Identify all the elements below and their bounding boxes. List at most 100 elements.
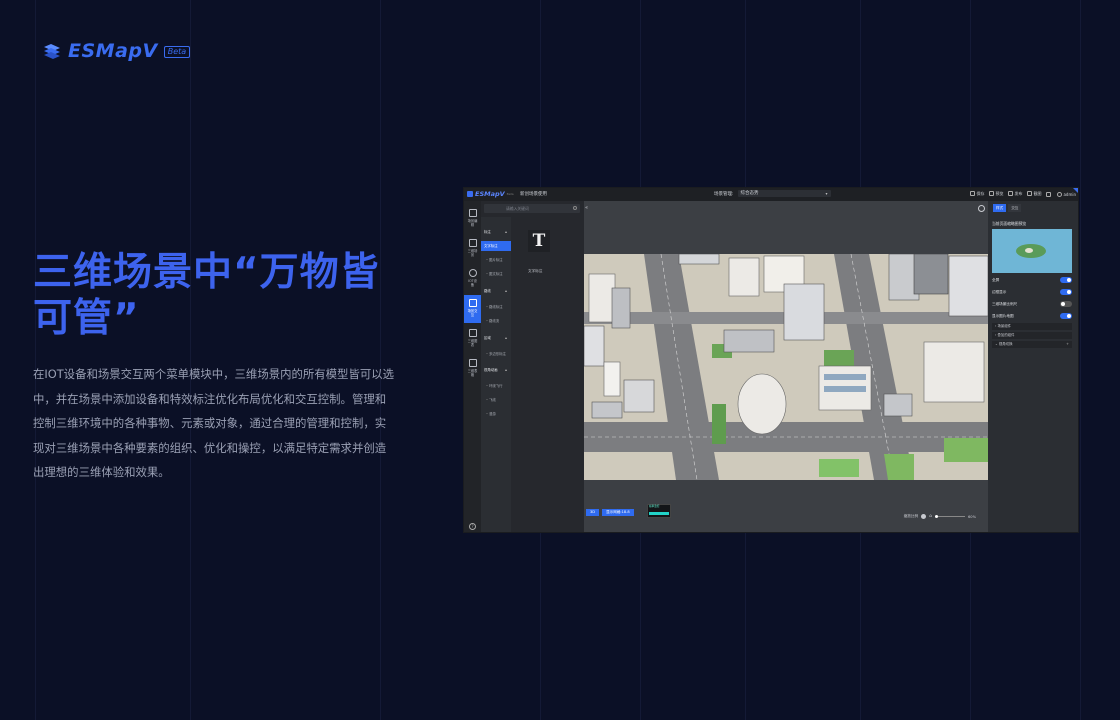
fps-monitor: 帧率监控 [647,504,671,518]
component-search-input[interactable]: 请输入关键词 [484,204,580,213]
project-title: 新创场景使用 [520,192,547,197]
sidebar-item-scene-edit[interactable]: 场景编辑 [464,205,481,233]
app-logo-badge: Beta [506,192,514,196]
tree-item-fly-line[interactable]: 飞线 [481,395,511,405]
screenshot-button[interactable]: 截图 [1027,191,1041,197]
search-icon [573,206,577,210]
layer-toggle-icon[interactable] [978,205,985,212]
scale-toggle[interactable] [1060,301,1072,307]
tree-item-orbit-flight[interactable]: 环绕飞行 [481,381,511,391]
page-thumbnail [992,229,1072,273]
screenshot-icon [1027,191,1033,196]
save-button[interactable]: 保存 [970,191,984,197]
description: 在IOT设备和场景交互两个菜单模块中，三维场景内的所有模型皆可以选中，并在场景中… [33,367,395,479]
sidebar-label: 三维图表 [467,339,478,347]
grid-toggle-button[interactable]: 显示网格:18.8 [602,509,634,516]
home-icon[interactable]: ⌂ [929,514,932,519]
preview-button[interactable]: 预览 [989,191,1003,197]
tree-item-roaming[interactable]: 漫游 [481,409,511,419]
app-logo-mark-icon [467,191,473,197]
zoom-reset-icon[interactable] [921,514,927,519]
switch-label: 边框显示 [992,290,1007,294]
scene-selector: 场景管理: 综合态势 [714,190,831,198]
help-icon[interactable]: ? [469,523,476,530]
zoom-control: 缩放比例 ⌂ 60% [904,514,976,519]
building-icon [468,239,477,247]
fold-scene-components[interactable]: › 场景组件 [992,323,1072,330]
zoom-label: 缩放比例 [903,514,919,518]
3d-toggle-button[interactable]: 3D [586,509,600,516]
fullscreen-toggle[interactable] [1060,277,1072,283]
component-tree: 标注 文字标注 图片标注 图文标注 路线 路线标注 路线流 区域 多边形标注 视… [481,217,511,532]
text-annotation-tile[interactable]: T [528,230,550,252]
tab-interaction[interactable]: 交互 [1008,204,1022,212]
app-logo-name: ESMapV [475,190,505,198]
table-icon [468,359,477,367]
sidebar-item-3d-scene[interactable]: 三维场景 [464,235,481,263]
logo-mark-icon [44,44,60,59]
add-view-icon[interactable]: + [1066,341,1069,348]
fold-view-switch[interactable]: ⌄ 视角切换 + [992,341,1072,348]
preview-label: 预览 [995,191,1004,196]
app-logo: ESMapV Beta [467,190,514,198]
tree-item-image-annotation[interactable]: 图片标注 [481,255,511,265]
user-menu[interactable]: admin [1057,191,1076,197]
tree-item-text-annotation[interactable]: 文字标注 [481,241,511,251]
publish-button[interactable]: 发布 [1008,191,1022,197]
viewport-toolbar: 3D 显示网格:18.8 [586,509,634,516]
zoom-value: 60% [968,514,976,519]
screenshot-label: 截图 [1033,191,1042,196]
sidebar-item-interaction[interactable]: 场景交互 [464,295,481,323]
save-label: 保存 [976,191,985,196]
download-button[interactable] [1046,191,1052,197]
fold-overlay-components[interactable]: › 叠加的组件 [992,332,1072,339]
app-sidebar: 场景编辑 三维场景 IOT设备 场景交互 三维图表 三维表格 ? [464,201,481,532]
preview-label: 当前页面缩略图预览 [992,221,1027,226]
collapse-panel-icon[interactable]: « [585,205,588,211]
switch-label: 显示图片地图 [992,314,1014,318]
switch-row-border: 边框显示 [992,289,1072,295]
sidebar-item-table[interactable]: 三维表格 [464,355,481,383]
tab-style[interactable]: 样式 [993,204,1007,212]
scene-icon [468,209,477,217]
image-map-toggle[interactable] [1060,313,1072,319]
fold-label: 视角切换 [998,342,1013,346]
zoom-slider[interactable] [935,515,965,518]
border-toggle[interactable] [1060,289,1072,295]
component-panel: 请输入关键词 标注 文字标注 图片标注 图文标注 路线 路线标注 路线流 区域 … [481,201,584,532]
tree-item-polygon-annotation[interactable]: 多边形标注 [481,349,511,359]
sidebar-label: 场景交互 [467,309,478,317]
download-icon [1046,191,1052,197]
scene-viewport[interactable]: « 3D 显示网格:18.8 帧率监控 缩放比例 ⌂ 60% [584,201,988,532]
publish-icon [1008,191,1014,196]
logo-name: ESMapV [68,40,158,62]
iot-icon [468,269,477,277]
switch-row-scale: 三维场景比例尺 [992,301,1072,307]
tree-group-view-animation[interactable]: 视角动画 [481,365,511,375]
chart-icon [468,329,477,337]
tree-group-route[interactable]: 路线 [481,286,511,296]
text-annotation-tile-label: 文字标注 [528,269,543,273]
sidebar-item-chart[interactable]: 三维图表 [464,325,481,353]
save-icon [970,191,976,196]
switch-label: 三维场景比例尺 [992,302,1018,306]
brand-logo: ESMapV Beta [42,40,191,62]
scene-select[interactable]: 综合态势 [737,190,831,197]
tree-item-route-flow[interactable]: 路线流 [481,316,511,326]
tree-group-area[interactable]: 区域 [481,333,511,343]
properties-tabs: 样式 交互 [993,204,1022,212]
tree-group-annotation[interactable]: 标注 [481,227,511,237]
sidebar-item-iot[interactable]: IOT设备 [464,265,481,293]
fold-label: 叠加的组件 [997,333,1015,337]
tree-item-image-text-annotation[interactable]: 图文标注 [481,269,511,279]
fps-graph [649,512,669,515]
interaction-icon [468,299,477,307]
tree-item-route-annotation[interactable]: 路线标注 [481,302,511,312]
switch-row-image-map: 显示图片地图 [992,313,1072,319]
sidebar-label: 场景编辑 [467,219,478,227]
city-scene[interactable] [584,254,988,480]
switch-label: 全屏 [992,278,1000,282]
publish-label: 发布 [1014,191,1023,196]
user-name: admin [1063,191,1076,197]
fps-monitor-label: 帧率监控 [649,505,660,508]
